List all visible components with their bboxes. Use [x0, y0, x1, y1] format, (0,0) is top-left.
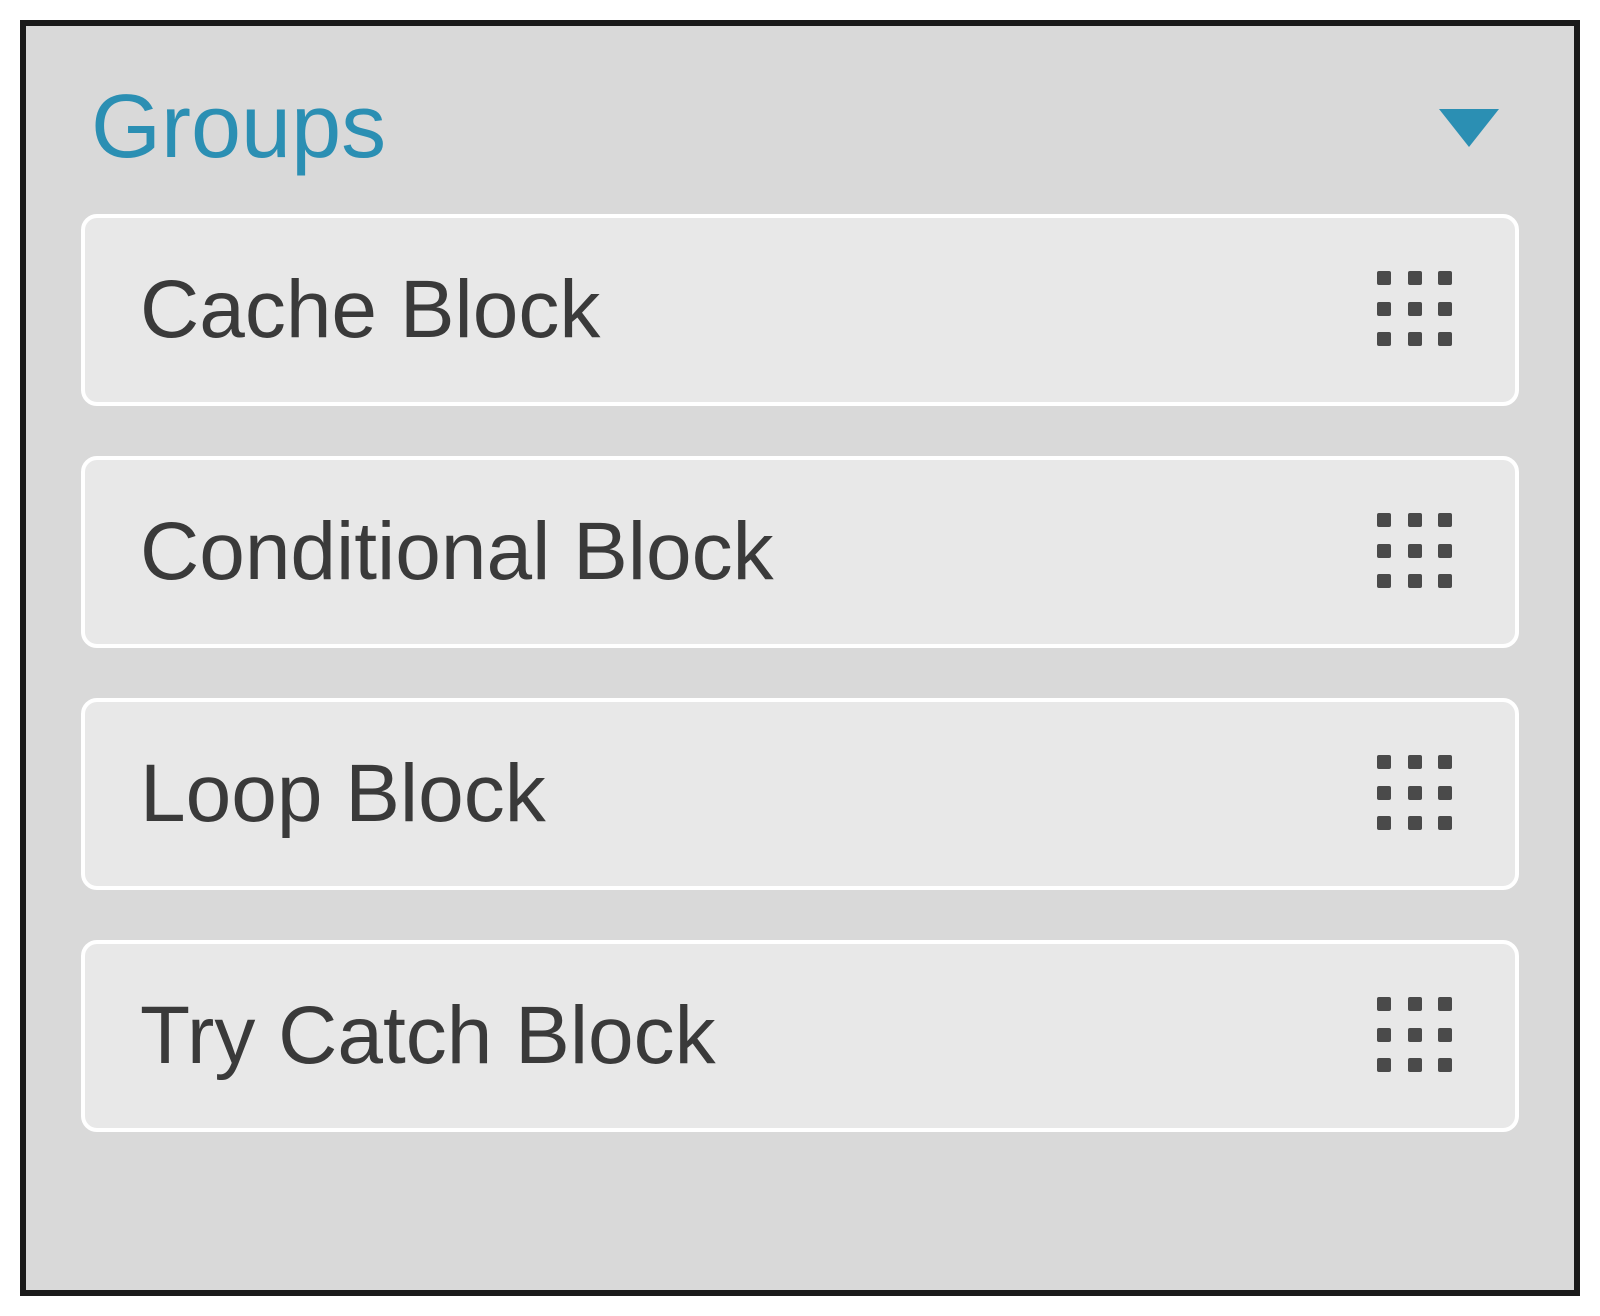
item-label: Try Catch Block	[140, 989, 716, 1083]
collapse-icon[interactable]	[1439, 109, 1499, 147]
item-label: Loop Block	[140, 747, 546, 841]
item-cache-block[interactable]: Cache Block	[81, 214, 1519, 406]
panel-header: Groups	[81, 66, 1519, 209]
items-container: Cache Block Conditional Block Loop Block	[81, 209, 1519, 1137]
item-try-catch-block[interactable]: Try Catch Block	[81, 940, 1519, 1132]
item-conditional-block[interactable]: Conditional Block	[81, 456, 1519, 648]
panel-title: Groups	[91, 76, 386, 179]
item-label: Conditional Block	[140, 505, 774, 599]
drag-handle-icon[interactable]	[1377, 755, 1455, 833]
item-loop-block[interactable]: Loop Block	[81, 698, 1519, 890]
item-label: Cache Block	[140, 263, 600, 357]
groups-panel: Groups Cache Block Conditional Block Loo…	[20, 20, 1580, 1296]
drag-handle-icon[interactable]	[1377, 271, 1455, 349]
drag-handle-icon[interactable]	[1377, 997, 1455, 1075]
drag-handle-icon[interactable]	[1377, 513, 1455, 591]
